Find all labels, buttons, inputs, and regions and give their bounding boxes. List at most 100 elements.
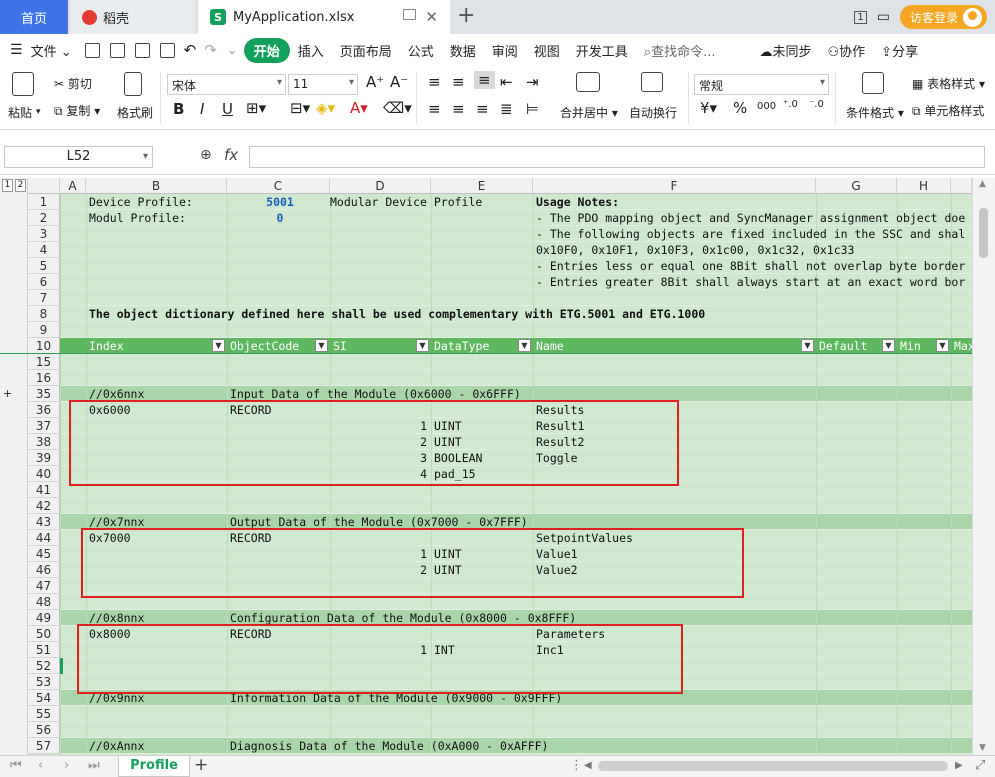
print-preview-icon[interactable] (159, 42, 175, 58)
row-header[interactable]: 4 (28, 242, 60, 258)
formula-input[interactable] (249, 146, 985, 168)
fullscreen-icon[interactable]: ⤢ (975, 758, 985, 773)
row-header[interactable]: 40 (28, 466, 60, 482)
table-row[interactable] (60, 370, 972, 386)
cell-i10[interactable]: Max (951, 338, 972, 354)
percent-icon[interactable]: % (733, 99, 747, 117)
name-box[interactable]: L52 (4, 146, 153, 168)
copy-button[interactable]: ⧉ 复制 ▾ (54, 102, 100, 119)
cell-b8[interactable]: The object dictionary defined here shall… (86, 306, 705, 322)
menu-formula[interactable]: 公式 (400, 41, 442, 60)
quick-access-more-icon[interactable]: ⌄ (227, 43, 238, 58)
decimal-increase-icon[interactable]: ⁺.0 (783, 99, 798, 110)
cell-b2[interactable]: Modul Profile: (86, 210, 186, 226)
row-header[interactable]: 16 (28, 370, 60, 386)
row-header[interactable]: 54 (28, 690, 60, 706)
row-header[interactable]: 52 (28, 658, 60, 674)
italic-icon[interactable]: I (200, 100, 204, 118)
menu-review[interactable]: 审阅 (484, 41, 526, 60)
cell-g10[interactable]: Default (816, 338, 881, 354)
row-header[interactable]: 35 (28, 386, 60, 402)
font-shrink-icon[interactable]: A⁻ (390, 73, 408, 91)
column-header-h[interactable]: H (897, 178, 951, 194)
cell-f10[interactable]: Name (533, 338, 800, 354)
tab-file[interactable]: S MyApplication.xlsx ✕ (198, 0, 450, 34)
row-header[interactable]: 8 (28, 306, 60, 322)
table-row[interactable] (60, 354, 972, 370)
conditional-format-icon[interactable] (862, 72, 884, 94)
align-right-icon[interactable]: ≡ (476, 100, 489, 118)
merge-border-icon[interactable]: ⊟▾ (290, 99, 310, 117)
hscroll-more-icon[interactable]: ⋮ (570, 758, 583, 773)
cell-d10[interactable]: SI (330, 338, 415, 354)
cell-h10[interactable]: Min (897, 338, 935, 354)
row-header[interactable]: 48 (28, 594, 60, 610)
table-row[interactable] (60, 322, 972, 338)
filter-dropdown-icon[interactable]: ▼ (936, 339, 949, 352)
share-button[interactable]: ⇪分享 (873, 41, 926, 60)
underline-icon[interactable]: U (222, 100, 233, 118)
outline-expand-icon[interactable]: + (3, 387, 12, 400)
thousands-icon[interactable]: 000 (757, 101, 776, 112)
number-format-select[interactable]: 常规 (694, 74, 829, 95)
wrap-text-button[interactable]: 自动换行 (629, 104, 677, 121)
column-header-b[interactable]: B (86, 178, 227, 194)
horizontal-scroll-thumb[interactable] (598, 761, 948, 771)
cell-style-button[interactable]: ⧉ 单元格样式 (912, 102, 984, 119)
zoom-search-icon[interactable]: ⊕ (200, 147, 212, 163)
cell-d1[interactable]: Modular Device Profile (330, 194, 482, 210)
align-bottom-icon[interactable]: ≡ (474, 71, 495, 89)
format-painter-icon[interactable] (124, 72, 142, 96)
row-header[interactable]: 53 (28, 674, 60, 690)
menu-insert[interactable]: 插入 (290, 41, 332, 60)
menu-start[interactable]: 开始 (243, 37, 290, 63)
spreadsheet-grid[interactable]: 1 2 1 2 3 4 5 6 7 8 9 10 15 16 35 36 37 38 39 40 41 42 43 44 45 4… (0, 178, 972, 755)
row-header[interactable]: 3 (28, 226, 60, 242)
column-header-a[interactable]: A (60, 178, 86, 194)
menu-data[interactable]: 数据 (442, 41, 484, 60)
select-all-corner[interactable] (28, 178, 60, 194)
collab-button[interactable]: ⚇协作 (820, 41, 874, 60)
font-size-select[interactable]: 11 (288, 74, 358, 95)
cell-f2[interactable]: - The PDO mapping object and SyncManager… (533, 210, 965, 226)
row-header[interactable]: 9 (28, 322, 60, 338)
new-tab-icon[interactable]: + (457, 3, 475, 28)
cut-button[interactable]: ✂ 剪切 (54, 75, 92, 92)
cell-e10[interactable]: DataType (431, 338, 517, 354)
row-header[interactable]: 44 (28, 530, 60, 546)
column-header-g[interactable]: G (816, 178, 897, 194)
last-sheet-icon[interactable]: ⏭ (88, 758, 100, 773)
align-center-icon[interactable]: ≡ (452, 100, 465, 118)
row-header[interactable]: 47 (28, 578, 60, 594)
font-color-icon[interactable]: A▾ (350, 99, 368, 117)
menu-developer[interactable]: 开发工具 (568, 41, 636, 60)
table-row[interactable] (60, 498, 972, 514)
row-header[interactable]: 6 (28, 274, 60, 290)
column-header-c[interactable]: C (227, 178, 330, 194)
search-command[interactable]: ⌕查找命令... (636, 41, 724, 60)
row-header[interactable]: 56 (28, 722, 60, 738)
filter-dropdown-icon[interactable]: ▼ (315, 339, 328, 352)
tab-daoke[interactable]: 稻壳 (70, 0, 195, 34)
window-count-badge[interactable]: 1 (854, 10, 867, 24)
table-row[interactable] (60, 290, 972, 306)
border-icon[interactable]: ⊞▾ (246, 99, 266, 117)
filter-dropdown-icon[interactable]: ▼ (882, 339, 895, 352)
justify-icon[interactable]: ≣ (500, 100, 513, 118)
clear-format-icon[interactable]: ⌫▾ (383, 99, 412, 117)
bold-icon[interactable]: B (173, 100, 184, 118)
table-style-button[interactable]: ▦ 表格样式 ▾ (912, 75, 985, 92)
menu-file[interactable]: 文件 ⌄ (23, 41, 80, 60)
cell-f6[interactable]: - Entries greater 8Bit shall always star… (533, 274, 965, 290)
filter-dropdown-icon[interactable]: ▼ (416, 339, 429, 352)
next-sheet-icon[interactable]: › (64, 758, 69, 773)
cell-f1[interactable]: Usage Notes: (533, 194, 619, 210)
tab-home[interactable]: 首页 (0, 0, 68, 34)
row-header[interactable]: 57 (28, 738, 60, 754)
save-icon[interactable] (84, 42, 100, 58)
row-header[interactable]: 38 (28, 434, 60, 450)
row-header[interactable]: 55 (28, 706, 60, 722)
distribute-icon[interactable]: ⊨ (526, 100, 539, 118)
filter-dropdown-icon[interactable]: ▼ (212, 339, 225, 352)
row-header[interactable]: 45 (28, 546, 60, 562)
